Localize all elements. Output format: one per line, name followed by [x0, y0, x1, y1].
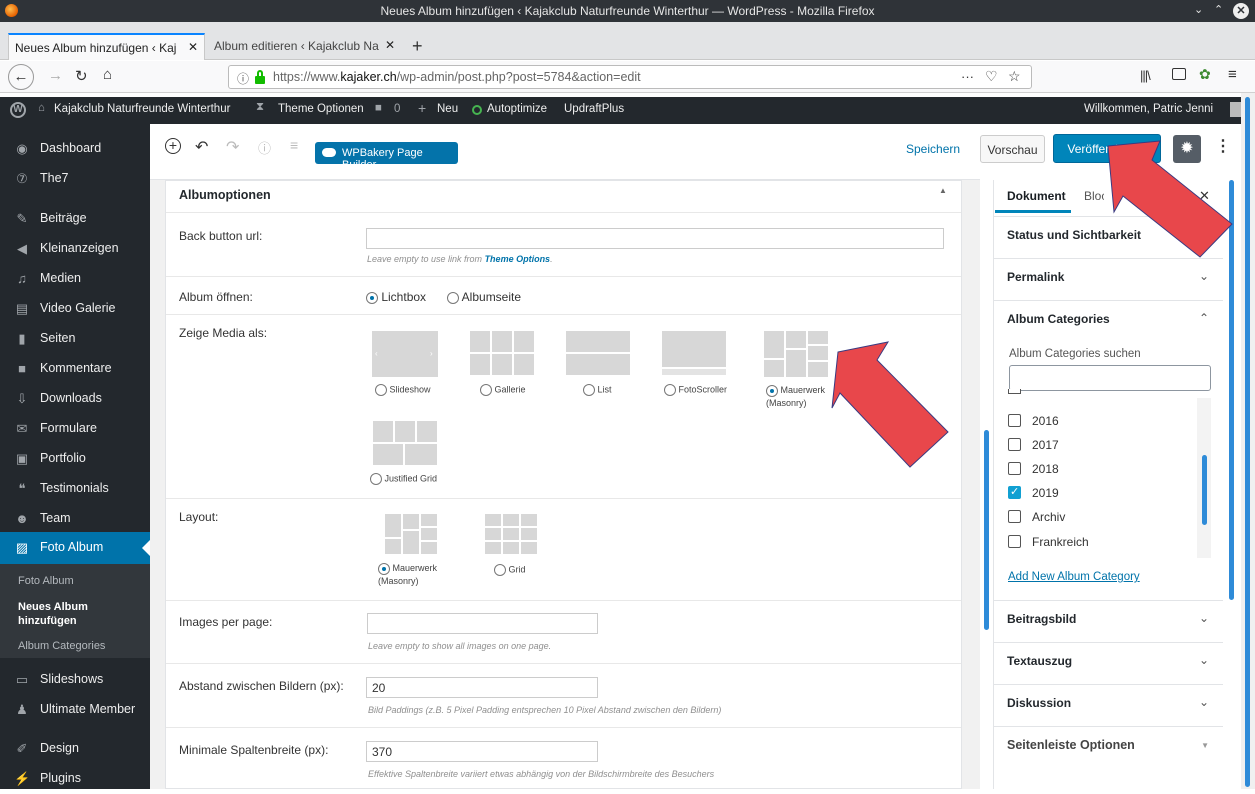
- annotation-arrow-masonry: [831, 341, 949, 468]
- annotation-arrow-publish: [1107, 140, 1233, 258]
- annotation-arrows: [831, 140, 1233, 468]
